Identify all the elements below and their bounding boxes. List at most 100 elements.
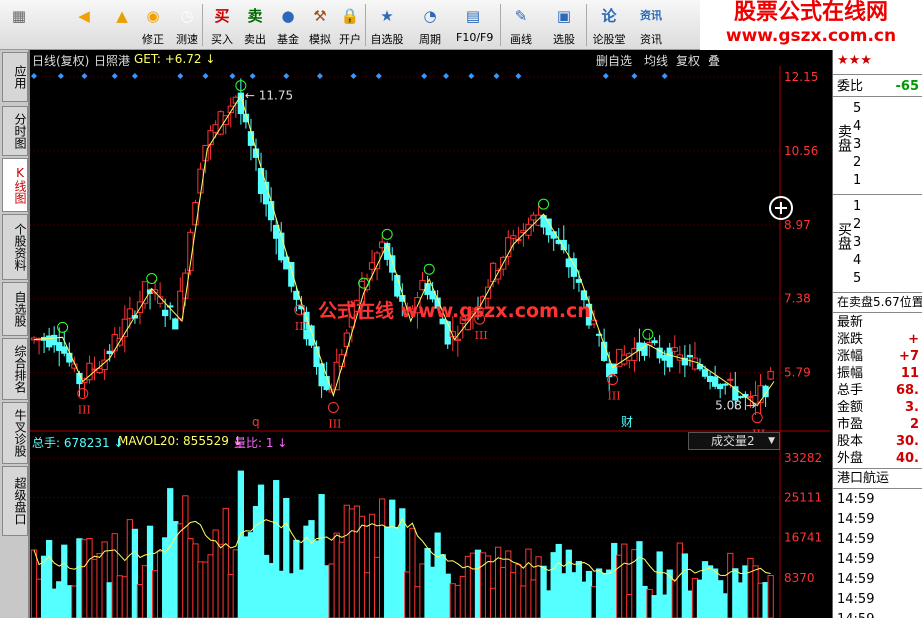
volume-bar bbox=[454, 584, 461, 618]
left-tab-2[interactable]: K线图 bbox=[2, 158, 28, 212]
toolbar-button-gavel[interactable]: ⚒ 模拟 bbox=[303, 2, 337, 48]
volume-indicator-select[interactable]: 成交量2 ▼ bbox=[688, 432, 780, 450]
volume-bar bbox=[131, 528, 139, 618]
volume-bar bbox=[96, 553, 103, 618]
toolbar-button-back-arrow[interactable]: ◀ bbox=[67, 2, 101, 48]
candle-body bbox=[45, 335, 53, 348]
volume-bar bbox=[520, 585, 527, 618]
volume-bar bbox=[505, 550, 512, 618]
toolbar-button-updown[interactable]: ▲ bbox=[105, 2, 139, 48]
quote-panel: ★★★ 委比 -65 5 4 3 2 1 卖盘 1 2 3 4 5 买盘 在卖盘5.67位置 最新 涨跌 + 涨幅 +7… bbox=[832, 50, 922, 618]
signal-diamond-marker bbox=[316, 73, 323, 79]
toolbar-button-fund[interactable]: ● 基金 bbox=[271, 2, 305, 48]
left-tab-4[interactable]: 自选股 bbox=[2, 282, 28, 336]
price-tick-label: 5.79 bbox=[784, 366, 811, 380]
candle-body bbox=[545, 218, 552, 236]
kline-chart[interactable]: 12.1510.568.977.385.79IIIIIIIIIIIIIIIIII… bbox=[30, 50, 830, 618]
toolbar-button-lock[interactable]: 🔒 开户 bbox=[333, 2, 367, 48]
volume-bar bbox=[555, 543, 562, 618]
candle-body bbox=[550, 231, 557, 239]
forum-icon: 论 bbox=[601, 7, 617, 25]
volume-bar bbox=[727, 552, 734, 618]
volume-bar bbox=[681, 553, 689, 618]
signal-diamond-marker bbox=[177, 73, 184, 79]
toolbar-button-forum[interactable]: 论论股堂 bbox=[592, 2, 626, 48]
volume-bar bbox=[373, 556, 381, 618]
toolbar-button-period[interactable]: ◔ 周期 bbox=[413, 2, 447, 48]
candle-body bbox=[126, 308, 134, 319]
toolbar-separator bbox=[500, 4, 501, 46]
volume-bar bbox=[222, 507, 229, 618]
volume-bar bbox=[570, 572, 578, 618]
volume-bar bbox=[257, 484, 265, 618]
volume-bar bbox=[409, 527, 416, 618]
volume-bar bbox=[363, 572, 371, 618]
toolbar-button-label: 买入 bbox=[211, 33, 233, 46]
left-tab-3[interactable]: 个股资料 bbox=[2, 214, 28, 280]
volume-bar bbox=[76, 538, 83, 618]
toolbar-button-sell[interactable]: 卖卖出 bbox=[238, 2, 272, 48]
volume-bar bbox=[141, 565, 149, 618]
volume-bar bbox=[227, 574, 234, 618]
left-tab-0[interactable]: 应用 bbox=[2, 52, 28, 102]
volume-bar bbox=[86, 538, 93, 618]
toolbar-button-fix[interactable]: ◉ 修正 bbox=[136, 2, 170, 48]
toolbar-button-buy[interactable]: 买买入 bbox=[205, 2, 239, 48]
candle-body bbox=[162, 309, 169, 317]
volume-bar bbox=[207, 554, 214, 618]
candle-body bbox=[767, 370, 774, 380]
candle-body bbox=[671, 347, 678, 352]
buy-icon: 买 bbox=[214, 7, 230, 25]
volume-bar bbox=[273, 480, 280, 618]
candle-body bbox=[308, 325, 315, 346]
candle-body bbox=[51, 334, 58, 346]
price-tick-label: 12.15 bbox=[784, 70, 818, 84]
toolbar-button-pen[interactable]: ✎ 画线 bbox=[504, 2, 538, 48]
volume-bar bbox=[328, 563, 335, 618]
toolbar-button-select-stock[interactable]: ▣ 选股 bbox=[547, 2, 581, 48]
candle-body bbox=[419, 280, 426, 291]
volume-bar bbox=[106, 582, 113, 618]
clock-icon: ◷ bbox=[180, 7, 194, 25]
volume-bar bbox=[278, 570, 285, 618]
volume-bar bbox=[459, 575, 467, 618]
wave-trough-marker bbox=[327, 401, 339, 413]
volume-bar bbox=[711, 568, 719, 618]
event-marker-q: q bbox=[252, 415, 260, 429]
signal-diamond-marker bbox=[602, 73, 609, 79]
toolbar-button-tiles[interactable]: ▦ bbox=[2, 2, 36, 48]
divider bbox=[833, 292, 922, 293]
signal-diamond-marker bbox=[229, 73, 236, 79]
toolbar-button-f10[interactable]: ▤ F10/F9 bbox=[456, 2, 493, 48]
left-tab-1[interactable]: 分时图 bbox=[2, 106, 28, 156]
volume-bar bbox=[151, 570, 159, 618]
volume-bar bbox=[449, 583, 456, 618]
volume-bar bbox=[197, 561, 204, 618]
toolbar-button-label: 卖出 bbox=[244, 33, 266, 46]
toolbar-button-label: 测速 bbox=[176, 33, 198, 46]
left-tab-6[interactable]: 牛叉诊股 bbox=[2, 402, 28, 464]
left-tab-5[interactable]: 综合排名 bbox=[2, 338, 28, 400]
volume-bar bbox=[202, 561, 209, 618]
candle-body bbox=[717, 384, 724, 390]
toolbar-button-label: 开户 bbox=[339, 33, 361, 46]
toolbar-button-news[interactable]: 资讯 资讯 bbox=[634, 2, 668, 48]
volume-bar bbox=[434, 532, 441, 618]
divider bbox=[833, 194, 922, 195]
candle-body bbox=[323, 376, 330, 390]
volume-bar bbox=[419, 563, 426, 618]
toolbar-button-clock[interactable]: ◷ 测速 bbox=[170, 2, 204, 48]
candle-body bbox=[616, 348, 623, 367]
signal-diamond-marker bbox=[493, 73, 500, 79]
volume-bar bbox=[671, 579, 678, 618]
volume-bar bbox=[626, 594, 633, 618]
price-tick-label: 8.97 bbox=[784, 218, 811, 232]
volume-bar bbox=[530, 579, 537, 618]
candle-body bbox=[737, 396, 744, 399]
toolbar-button-star-list[interactable]: ★ 自选股 bbox=[370, 2, 404, 48]
left-tab-7[interactable]: 超级盘口 bbox=[2, 466, 28, 536]
candle-body bbox=[389, 255, 396, 273]
volume-bar bbox=[252, 506, 260, 618]
wave-roman-label: III bbox=[328, 417, 341, 430]
f10-icon: ▤ bbox=[465, 7, 481, 25]
